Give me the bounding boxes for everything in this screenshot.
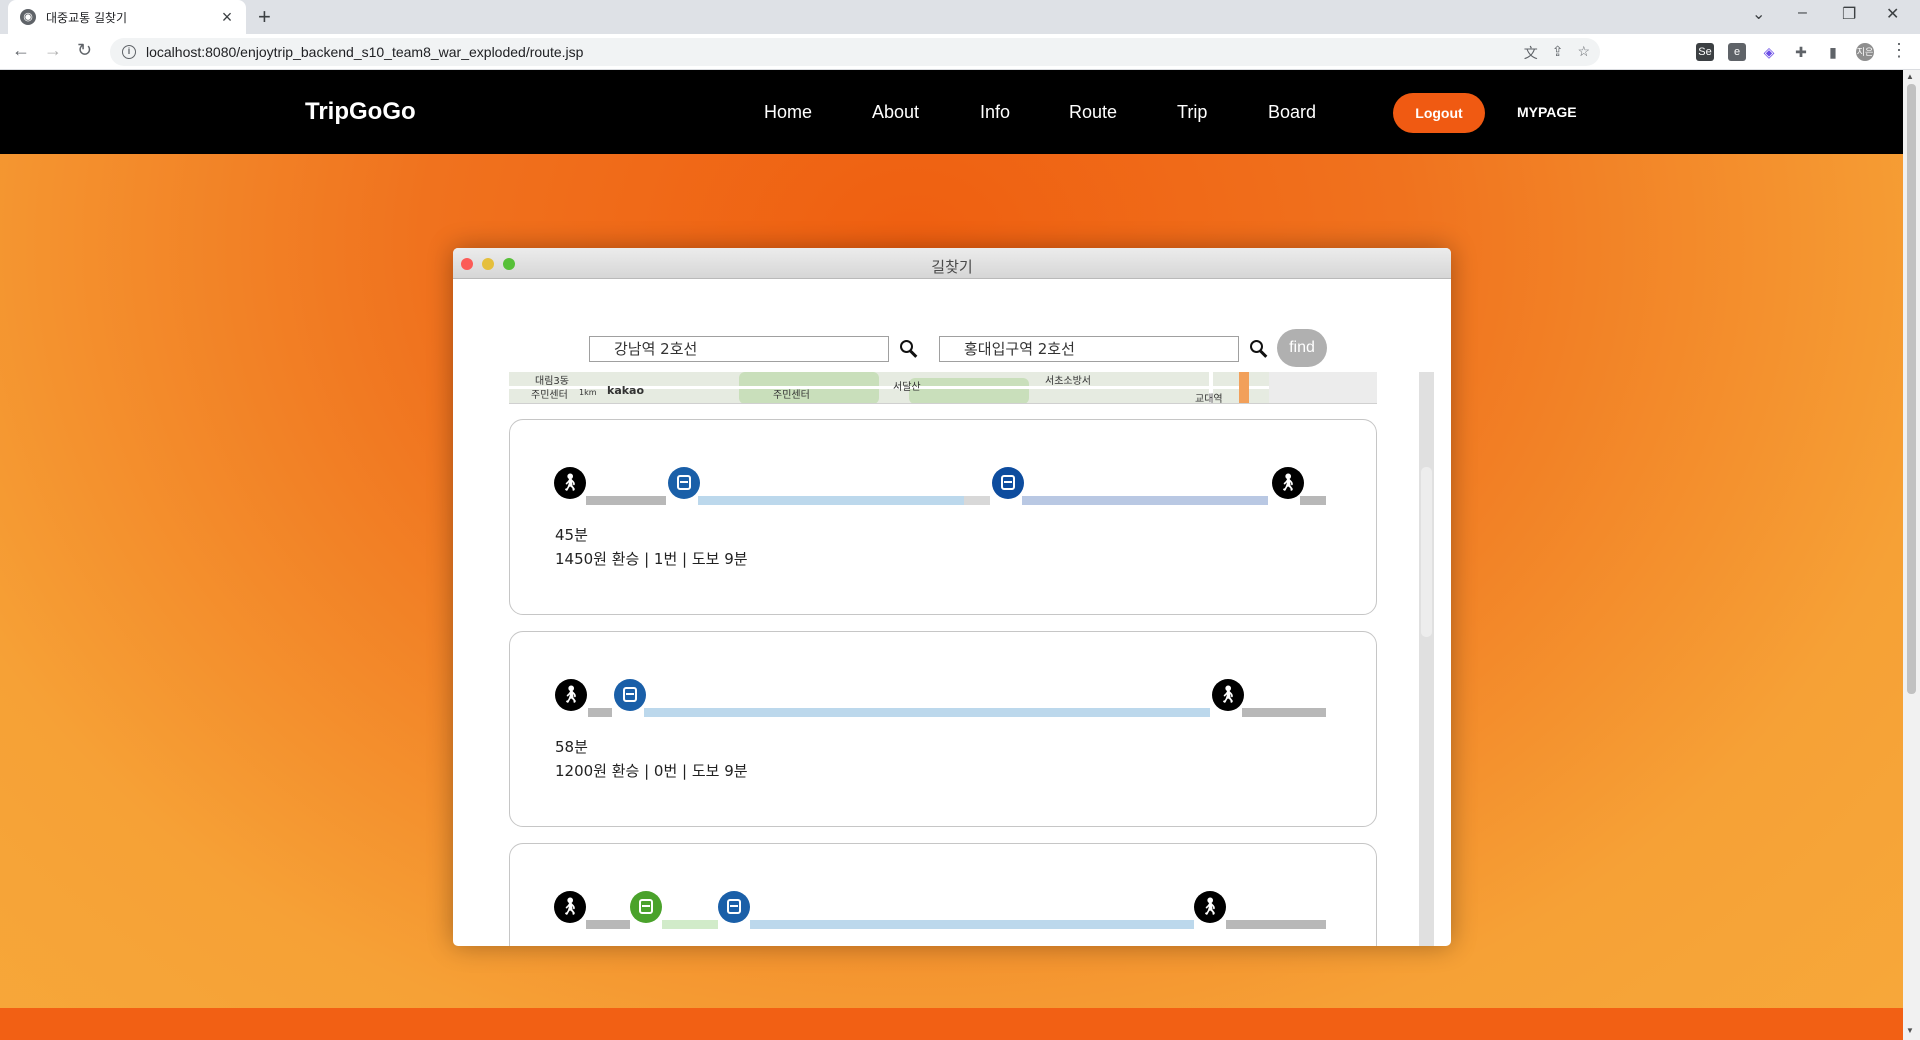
walk-segment xyxy=(586,920,630,929)
map-city-block xyxy=(1269,372,1377,403)
bus-icon xyxy=(718,891,750,923)
nav-trip[interactable]: Trip xyxy=(1177,102,1207,123)
transfer-segment xyxy=(964,496,990,505)
forward-icon[interactable]: → xyxy=(44,40,62,61)
page-viewport: TripGoGo Home About Info Route Trip Boar… xyxy=(0,70,1903,1040)
browser-tab-bar: ◉ 대중교통 길찾기 × + ⌄ – ❐ ✕ xyxy=(0,0,1920,34)
back-icon[interactable]: ← xyxy=(12,40,30,61)
nav-home[interactable]: Home xyxy=(764,102,812,123)
map-logo: kakao xyxy=(607,384,645,397)
destination-input[interactable]: 홍대입구역 2호선 xyxy=(939,336,1239,362)
bus-segment xyxy=(1022,496,1268,505)
tab-search-icon[interactable]: ⌄ xyxy=(1752,4,1765,24)
map-highway xyxy=(1239,372,1249,403)
results-scroll-thumb[interactable] xyxy=(1421,467,1432,637)
bus-icon xyxy=(630,891,662,923)
restore-icon[interactable]: ❐ xyxy=(1842,4,1856,24)
page-scrollbar[interactable]: ▲ ▼ xyxy=(1903,70,1920,1040)
route-fare-info: 1200원 환승 | 0번 | 도보 9분 xyxy=(555,762,748,780)
map-label: 교대역 xyxy=(1195,394,1223,404)
logout-button[interactable]: Logout xyxy=(1393,93,1485,133)
scroll-up-icon[interactable]: ▲ xyxy=(1906,72,1914,81)
tab-title: 대중교통 길찾기 xyxy=(46,10,128,25)
translate-icon[interactable]: 文 xyxy=(1524,43,1538,63)
map-label: 서달산 xyxy=(893,382,921,393)
nav-route[interactable]: Route xyxy=(1069,102,1117,123)
globe-icon: ◉ xyxy=(20,9,36,25)
site-brand[interactable]: TripGoGo xyxy=(305,98,416,126)
walk-icon: 🚶︎ xyxy=(1272,467,1304,499)
address-bar-actions: 文 ⇪ ☆ xyxy=(1524,43,1590,63)
walk-icon: 🚶︎ xyxy=(555,679,587,711)
route-card[interactable]: 🚶︎ 🚶︎ 45분 1450원 환승 | 1번 | 도보 9분 xyxy=(509,419,1377,615)
map-label: 서초소방서 xyxy=(1045,376,1091,387)
map-label: 주민센터 xyxy=(531,390,568,401)
origin-input[interactable]: 강남역 2호선 xyxy=(589,336,889,362)
browser-tab[interactable]: ◉ 대중교통 길찾기 × xyxy=(8,0,246,34)
bus-segment xyxy=(644,708,1210,717)
map-label: 대림3동 xyxy=(535,376,569,387)
walk-icon: 🚶︎ xyxy=(554,891,586,923)
route-fare-info: 1450원 환승 | 1번 | 도보 9분 xyxy=(555,550,748,568)
url-text: localhost:8080/enjoytrip_backend_s10_tea… xyxy=(146,44,584,60)
origin-search-icon[interactable] xyxy=(898,338,920,360)
reload-icon[interactable]: ↻ xyxy=(77,40,92,61)
extension-diamond-icon[interactable]: ◈ xyxy=(1760,43,1778,61)
site-info-icon[interactable]: i xyxy=(122,45,136,59)
bus-icon xyxy=(668,467,700,499)
window-titlebar: 길찾기 xyxy=(453,248,1451,279)
route-duration: 58분 xyxy=(555,738,588,756)
browser-menu-icon[interactable]: ⋮ xyxy=(1890,40,1908,61)
route-results: 대림3동 주민센터 1km kakao 주민센터 서달산 서초소방서 교대역 🚶… xyxy=(509,372,1434,946)
walk-icon: 🚶︎ xyxy=(554,467,586,499)
mypage-link[interactable]: MYPAGE xyxy=(1517,104,1577,120)
find-button[interactable]: find xyxy=(1277,329,1327,367)
side-panel-icon[interactable]: ▮ xyxy=(1824,43,1842,61)
bookmark-star-icon[interactable]: ☆ xyxy=(1577,43,1590,63)
extension-e-icon[interactable]: e xyxy=(1728,43,1746,61)
bus-icon xyxy=(614,679,646,711)
window-close-icon[interactable]: ✕ xyxy=(1886,4,1899,24)
share-icon[interactable]: ⇪ xyxy=(1552,43,1564,63)
page-scroll-thumb[interactable] xyxy=(1907,84,1916,694)
footer-strip xyxy=(0,1008,1903,1040)
walk-segment xyxy=(586,496,666,505)
bus-segment xyxy=(750,920,1194,929)
route-card[interactable]: 🚶︎ 🚶︎ xyxy=(509,843,1377,946)
scroll-down-icon[interactable]: ▼ xyxy=(1906,1026,1914,1035)
extensions-puzzle-icon[interactable]: ✚ xyxy=(1792,43,1810,61)
nav-board[interactable]: Board xyxy=(1268,102,1316,123)
kakao-map[interactable]: 대림3동 주민센터 1km kakao 주민센터 서달산 서초소방서 교대역 xyxy=(509,372,1377,404)
walk-icon: 🚶︎ xyxy=(1212,679,1244,711)
browser-toolbar: ← → ↻ i localhost:8080/enjoytrip_backend… xyxy=(0,34,1920,70)
map-scale: 1km xyxy=(579,388,597,397)
walk-segment xyxy=(1242,708,1326,717)
close-tab-icon[interactable]: × xyxy=(218,7,236,28)
map-label: 주민센터 xyxy=(773,390,810,401)
results-scrollbar[interactable] xyxy=(1419,372,1434,946)
walk-segment xyxy=(1300,496,1326,505)
site-navbar: TripGoGo Home About Info Route Trip Boar… xyxy=(0,70,1903,154)
new-tab-icon[interactable]: + xyxy=(258,4,271,30)
walk-segment xyxy=(588,708,612,717)
map-park xyxy=(909,378,1029,403)
minimize-icon[interactable]: – xyxy=(1798,4,1807,22)
walk-segment xyxy=(1226,920,1326,929)
window-title: 길찾기 xyxy=(931,258,973,276)
route-duration: 45분 xyxy=(555,526,588,544)
walk-icon: 🚶︎ xyxy=(1194,891,1226,923)
route-finder-window: 길찾기 강남역 2호선 홍대입구역 2호선 find 대림3동 주민센터 1km… xyxy=(453,248,1451,946)
bus-icon xyxy=(992,467,1024,499)
bus-segment xyxy=(662,920,718,929)
route-card[interactable]: 🚶︎ 🚶︎ 58분 1200원 환승 | 0번 | 도보 9분 xyxy=(509,631,1377,827)
destination-search-icon[interactable] xyxy=(1248,338,1270,360)
address-bar[interactable]: i localhost:8080/enjoytrip_backend_s10_t… xyxy=(110,38,1600,66)
nav-about[interactable]: About xyxy=(872,102,919,123)
nav-info[interactable]: Info xyxy=(980,102,1010,123)
extension-se-icon[interactable]: Se xyxy=(1696,43,1714,61)
profile-avatar[interactable]: 지은 xyxy=(1856,43,1874,61)
bus-segment xyxy=(698,496,964,505)
